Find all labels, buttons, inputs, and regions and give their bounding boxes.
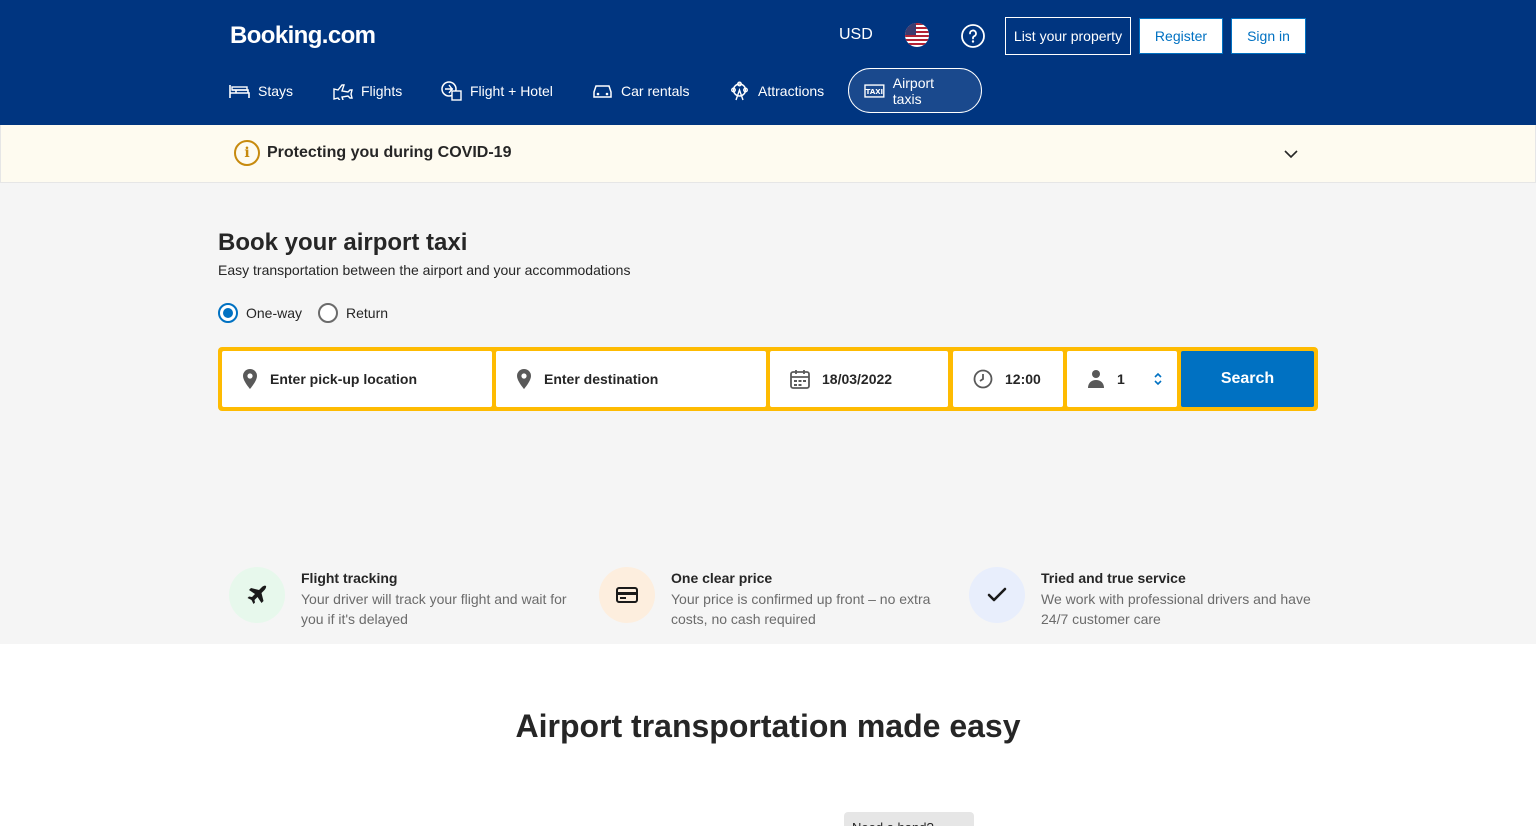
credit-card-icon bbox=[599, 567, 655, 623]
feature-title: Tried and true service bbox=[1041, 570, 1186, 586]
page-subtitle: Easy transportation between the airport … bbox=[218, 262, 631, 278]
covid-banner-text: Protecting you during COVID-19 bbox=[267, 144, 512, 161]
feature-title: One clear price bbox=[671, 570, 773, 586]
nav-label: Flight + Hotel bbox=[470, 82, 553, 99]
nav-stays[interactable]: Stays bbox=[229, 68, 293, 113]
svg-text:TAXI: TAXI bbox=[866, 87, 883, 95]
nav-attractions[interactable]: Attractions bbox=[729, 68, 824, 113]
nav-label: Airport taxis bbox=[892, 74, 935, 107]
radio-button[interactable] bbox=[218, 303, 238, 323]
time-input[interactable]: 12:00 bbox=[953, 351, 1063, 407]
taxi-icon: TAXI bbox=[864, 83, 885, 98]
pickup-placeholder: Enter pick-up location bbox=[270, 371, 418, 387]
plane-icon bbox=[229, 567, 285, 623]
nav-label: Stays bbox=[258, 82, 294, 99]
nav-label: Flights bbox=[361, 82, 403, 99]
us-flag-icon[interactable] bbox=[905, 23, 929, 47]
time-value: 12:00 bbox=[1005, 371, 1041, 387]
search-bar: Enter pick-up location Enter destination… bbox=[218, 347, 1318, 411]
destination-placeholder: Enter destination bbox=[544, 371, 659, 387]
sign-in-button[interactable]: Sign in bbox=[1231, 18, 1306, 54]
nav-label: Attractions bbox=[758, 82, 825, 99]
list-property-button[interactable]: List your property bbox=[1005, 17, 1131, 55]
plane-icon bbox=[333, 83, 353, 100]
help-icon[interactable] bbox=[961, 24, 985, 48]
radio-label: Return bbox=[346, 305, 389, 321]
date-input[interactable]: 18/03/2022 bbox=[770, 351, 948, 407]
radio-label: One-way bbox=[246, 305, 303, 321]
nav-label: Car rentals bbox=[621, 82, 690, 99]
checkmark-icon bbox=[969, 567, 1025, 623]
feature-title: Flight tracking bbox=[301, 570, 398, 586]
passengers-input[interactable]: 1 bbox=[1067, 351, 1177, 407]
nav-airport-taxis[interactable]: TAXI Airport taxis bbox=[848, 68, 982, 113]
ferris-wheel-icon bbox=[731, 81, 748, 100]
calendar-icon bbox=[790, 370, 810, 389]
passengers-value: 1 bbox=[1117, 371, 1125, 387]
feature-description: Your driver will track your flight and w… bbox=[301, 591, 567, 627]
bed-icon bbox=[229, 84, 250, 98]
page-title: Book your airport taxi bbox=[218, 229, 468, 256]
person-icon bbox=[1088, 370, 1104, 388]
stepper-arrows-icon[interactable] bbox=[1153, 372, 1163, 386]
plane-hotel-icon bbox=[441, 80, 462, 101]
location-pin-icon bbox=[243, 369, 257, 389]
destination-input[interactable]: Enter destination bbox=[496, 351, 766, 407]
car-icon bbox=[593, 84, 612, 98]
feature-description: Your price is confirmed up front – no ex… bbox=[671, 591, 931, 627]
register-button[interactable]: Register bbox=[1139, 18, 1223, 54]
need-help-tab[interactable]: Need a hand? bbox=[844, 812, 974, 826]
top-header: Booking.com USD List your property Regis… bbox=[0, 0, 1536, 125]
section-title: Airport transportation made easy bbox=[515, 708, 1021, 744]
radio-one-way[interactable]: One-way bbox=[218, 303, 302, 323]
nav-flight-hotel[interactable]: Flight + Hotel bbox=[441, 68, 553, 113]
covid-banner[interactable]: i Protecting you during COVID-19 bbox=[0, 125, 1536, 183]
clock-icon bbox=[973, 369, 993, 389]
nav-car-rentals[interactable]: Car rentals bbox=[592, 68, 689, 113]
nav-flights[interactable]: Flights bbox=[332, 68, 402, 113]
chevron-down-icon[interactable] bbox=[1282, 145, 1300, 168]
info-icon: i bbox=[234, 140, 260, 166]
pickup-location-input[interactable]: Enter pick-up location bbox=[222, 351, 492, 407]
booking-logo[interactable]: Booking.com bbox=[230, 22, 376, 50]
location-pin-icon bbox=[517, 369, 531, 389]
radio-button[interactable] bbox=[318, 303, 338, 323]
date-value: 18/03/2022 bbox=[822, 371, 893, 387]
feature-description: We work with professional drivers and ha… bbox=[1041, 591, 1311, 627]
currency-selector[interactable]: USD bbox=[839, 26, 873, 44]
radio-return[interactable]: Return bbox=[318, 303, 388, 323]
search-button[interactable]: Search bbox=[1181, 351, 1314, 407]
